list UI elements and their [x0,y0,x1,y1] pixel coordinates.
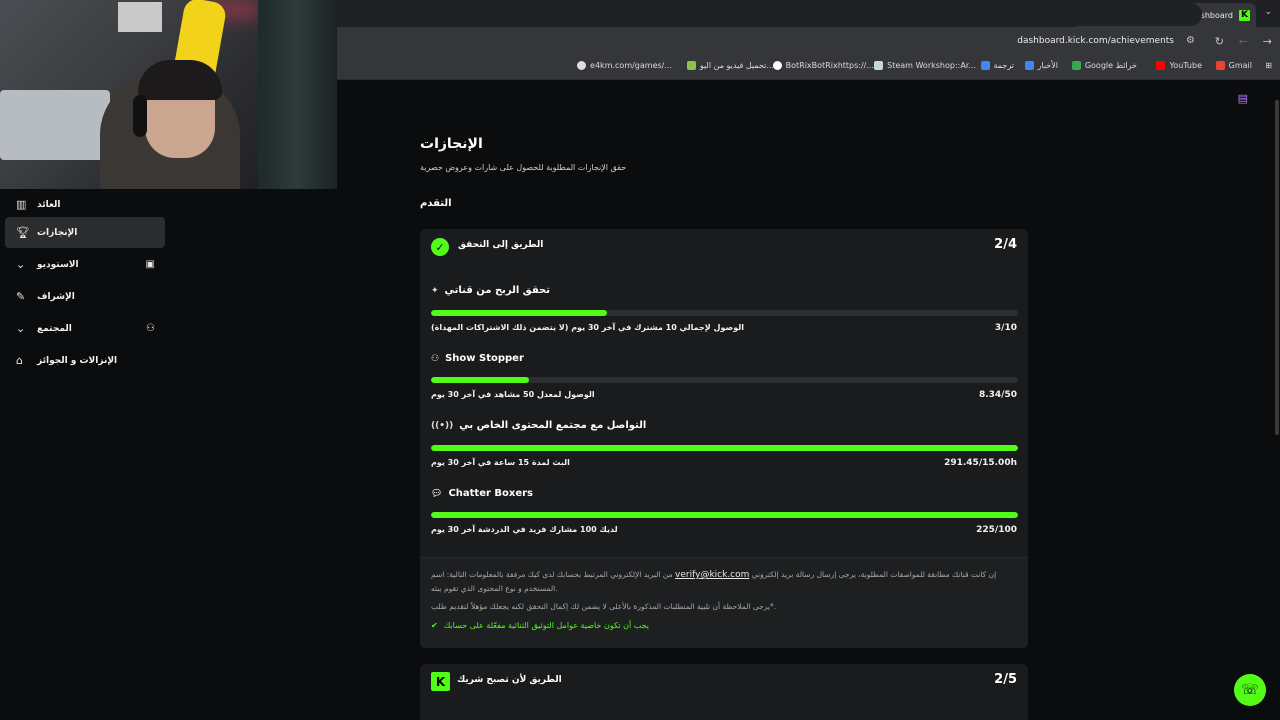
streamer-hair [138,60,222,100]
users-icon: ⚇ [431,353,440,364]
back-icon[interactable]: → [1263,35,1272,48]
webcam-overlay [0,0,337,189]
poster [118,2,162,32]
requirement-title: ((•)) التواصل مع مجتمع المحتوى الخاص بي [431,420,647,431]
verify-email-link[interactable]: verify@kick.com [675,570,749,580]
requirement-description: لديك 100 مشارك فريد في الدردشة آخر 30 يو… [431,525,618,534]
user-menu-icon[interactable]: ▤ [1238,92,1248,105]
page-subtitle: حقق الإنجازات المطلوبة للحصول على شارات … [420,163,627,172]
sidebar-item-achievements[interactable]: 🏆︎ الإنجازات [5,217,165,248]
progress-bar [431,310,1018,316]
section-title-progress: التقدم [420,198,452,209]
bookmark-translate[interactable]: ترجمة [980,61,1014,70]
requirement-title: 💬︎ Chatter Boxers [431,488,534,499]
info-text-line: المستخدم و نوع المحتوى الذي تقوم ببثه. [431,584,558,593]
requirement-title: ⚇ Show Stopper [431,353,524,364]
gift-icon: ⌂ [16,354,23,367]
requirement-value: 8.34/50 [978,390,1017,400]
sidebar-item-community[interactable]: ⌄ المجتمع ⚇ [5,313,165,344]
progress-bar [431,445,1018,451]
page-title: الإنجازات [420,136,483,152]
bookmark-gmail[interactable]: Gmail [1215,61,1252,70]
steam-icon [874,61,884,70]
wrench-icon: ✎ [16,290,26,303]
download-icon [686,61,696,70]
two-factor-status: ✔ يجب أن تكون خاصية عوامل التوثيق الثنائ… [431,621,650,630]
gmail-icon [1215,61,1225,70]
community-icon: ⚇ [146,323,155,334]
progress-fill [431,512,1018,518]
requirement-description: البث لمدة 15 ساعة في آخر 30 يوم [431,458,570,467]
kick-logo-icon: K [431,672,450,691]
broadcast-icon: ((•)) [431,420,454,431]
progress-fill [431,377,530,383]
bookmark-steam[interactable]: Steam Workshop::Ar... [874,61,976,70]
bookmark-e4km[interactable]: e4km.com/games/... [577,61,672,70]
bookmark-botrix[interactable]: BotRixBotRixhttps://... [772,61,874,70]
sidebar-item-moderation[interactable]: ✎ الإشراف [5,281,165,312]
studio-icon: ▣ [145,259,155,270]
curtain [258,0,337,189]
progress-fill [431,445,1018,451]
bookmark-youtube[interactable]: YouTube [1156,61,1202,70]
chat-icon: 💬︎ [431,488,443,499]
maps-icon [1071,61,1081,70]
requirement-title: ✦ تحقق الربح من قناتي [431,285,550,296]
card-progress-count: 2/4 [994,237,1017,252]
check-icon: ✔ [431,621,438,630]
chevron-down-icon: ⌄ [16,322,26,335]
requirement-value: 3/10 [994,323,1017,333]
sparkle-icon: ✦ [431,285,439,296]
help-chat-icon[interactable]: ☏ [1234,674,1266,706]
progress-bar [431,377,1018,383]
chart-icon: ▥ [16,198,27,211]
trophy-icon: 🏆︎ [16,226,30,239]
scrollbar-thumb[interactable] [1275,100,1279,435]
bookmark-google-maps[interactable]: Google خرائط [1071,61,1137,70]
chevron-down-icon: ⌄ [16,258,26,271]
requirement-value: 225/100 [976,525,1017,535]
url-text[interactable]: dashboard.kick.com/achievements [1017,36,1174,46]
requirement-description: الوصول لإجمالي 10 مشترك في آخر 30 يوم (ل… [431,323,744,332]
info-text-line: يرجى الملاحظة أن تلبية المتطلبات المذكور… [431,602,777,611]
sidebar-item-drops-rewards[interactable]: ⌂ الإنزالات و الجوائز [5,345,165,376]
kick-favicon-icon: K [1239,9,1250,21]
headset [133,95,147,137]
requirement-description: الوصول لمعدل 50 مشاهد في آخر 30 يوم [431,390,595,399]
requirement-value: 291.45/15.00h [944,458,1017,468]
progress-bar [431,512,1018,518]
apps-grid-icon[interactable]: ⊞ [1265,61,1272,70]
card-title-partner: الطريق لأن تصبح شريك [457,675,562,685]
news-icon [1024,61,1034,70]
tab-search-menu-icon[interactable]: ⌄ [1264,7,1272,17]
progress-fill [431,310,608,316]
partner-progress-count: 2/5 [994,672,1017,687]
info-text-line: من البريد الإلكتروني المرتبط بحسابك لدى … [431,570,997,580]
verified-check-icon: ✓ [431,238,449,256]
card-title-verification: الطريق إلى التحقق [458,240,544,250]
bed [0,90,110,160]
sidebar-item-revenue[interactable]: ▥ العائد [5,189,165,220]
site-settings-icon[interactable]: ⚙ [1186,35,1195,46]
reload-icon[interactable]: ↻ [1215,35,1224,48]
bookmark-news[interactable]: الأخبار [1024,61,1058,70]
sidebar-item-studio[interactable]: ⌄ الاستوديو ▣ [5,249,165,280]
youtube-icon [1156,61,1166,70]
forward-icon[interactable]: ← [1239,35,1248,48]
globe-icon [577,61,587,70]
bookmark-video-download[interactable]: تحميل فيديو من اليو... [686,61,774,70]
partner-card [420,664,1028,720]
translate-icon [980,61,990,70]
address-bar[interactable] [338,3,1202,26]
